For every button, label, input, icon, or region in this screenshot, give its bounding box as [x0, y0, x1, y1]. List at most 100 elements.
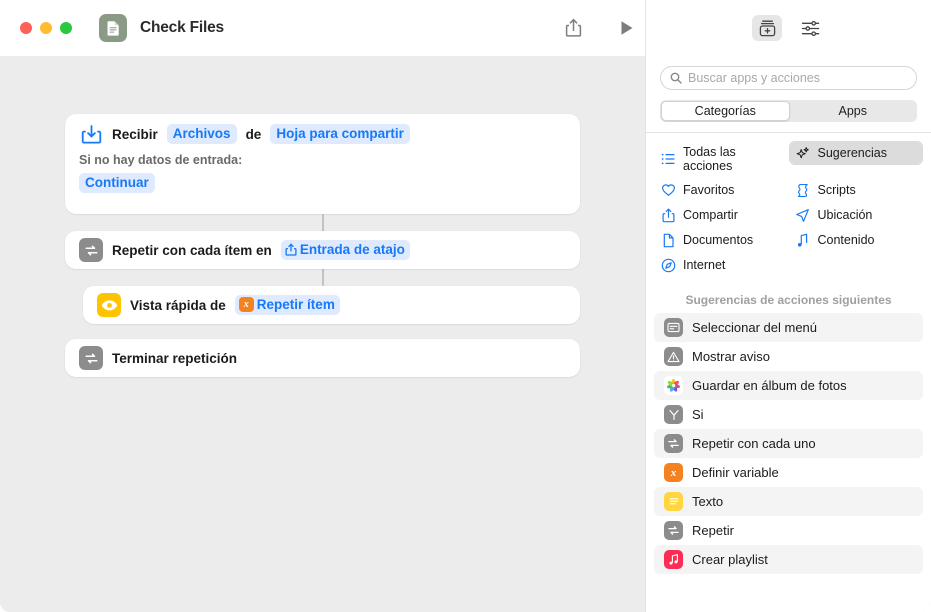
titlebar-actions [561, 16, 639, 40]
token-hoja-para-compartir[interactable]: Hoja para compartir [270, 124, 410, 144]
category-label: Internet [683, 258, 726, 272]
receive-fallback-row: Continuar [65, 173, 580, 203]
action-card-repeat-each[interactable]: Repetir con cada ítem en Entrada de ataj… [65, 231, 580, 269]
safari-compass-icon [660, 257, 676, 273]
action-label-end-repeat: Terminar repetición [112, 350, 238, 366]
window-body: Recibir Archivos de Hoja para compartir … [0, 56, 931, 612]
share-icon[interactable] [561, 16, 585, 40]
category-label: Documentos [683, 233, 754, 247]
category-label: Scripts [817, 183, 856, 197]
category-item-scripts[interactable]: Scripts [789, 178, 924, 202]
close-button[interactable] [20, 22, 32, 34]
traffic-lights [0, 22, 72, 34]
token-continuar[interactable]: Continuar [79, 173, 155, 193]
list-item[interactable]: Mostrar aviso [654, 342, 923, 371]
token-repetir-item-label: Repetir ítem [256, 297, 335, 312]
repeat-icon [79, 346, 103, 370]
zoom-button[interactable] [60, 22, 72, 34]
action-label-repeat-each: Repetir con cada ítem en [112, 242, 272, 258]
list-item[interactable]: x Definir variable [654, 458, 923, 487]
action-label-receive: Recibir [112, 126, 158, 142]
tab-categorias[interactable]: Categorías [661, 101, 790, 121]
action-card-quick-look[interactable]: Vista rápida de x Repetir ítem [83, 286, 580, 324]
list-item-label: Seleccionar del menú [692, 320, 818, 335]
repeat-icon [664, 434, 683, 453]
search-placeholder: Buscar apps y acciones [688, 71, 821, 85]
list-item[interactable]: Seleccionar del menú [654, 313, 923, 342]
category-item-todas-las-acciones[interactable]: Todas las acciones [654, 141, 789, 177]
list-item-label: Definir variable [692, 465, 779, 480]
action-label-de: de [245, 126, 262, 142]
category-grid: Todas las acciones Sugerencias Favoritos… [646, 133, 931, 285]
music-icon [664, 550, 683, 569]
action-library-icon[interactable] [752, 15, 782, 41]
connector-line [322, 268, 324, 286]
document-icon [660, 232, 676, 248]
token-repetir-item[interactable]: x Repetir ítem [234, 295, 340, 315]
alert-icon [664, 347, 683, 366]
token-entrada-de-atajo[interactable]: Entrada de atajo [280, 240, 410, 260]
category-item-contenido[interactable]: Contenido [789, 228, 924, 252]
list-item[interactable]: Crear playlist [654, 545, 923, 574]
title-bar: Check Files [0, 0, 931, 56]
list-icon [660, 151, 676, 167]
category-label: Favoritos [683, 183, 735, 197]
suggestions-list[interactable]: Seleccionar del menú Mostrar aviso Guard… [646, 313, 931, 612]
category-label: Compartir [683, 208, 738, 222]
list-item-label: Guardar en álbum de fotos [692, 378, 847, 393]
list-item-label: Repetir con cada uno [692, 436, 816, 451]
list-item[interactable]: Guardar en álbum de fotos [654, 371, 923, 400]
workflow-canvas[interactable]: Recibir Archivos de Hoja para compartir … [0, 56, 645, 612]
list-item[interactable]: Repetir [654, 516, 923, 545]
repeat-icon [664, 521, 683, 540]
category-label: Todas las acciones [683, 145, 736, 173]
list-item-label: Si [692, 407, 704, 422]
variable-icon: x [664, 463, 683, 482]
sliders-icon[interactable] [795, 15, 825, 41]
music-note-icon [795, 232, 811, 248]
eye-icon [97, 293, 121, 317]
scroll-icon [795, 182, 811, 198]
heart-icon [660, 182, 676, 198]
menu-select-icon [664, 318, 683, 337]
library-mode-segmented[interactable]: Categorías Apps [660, 100, 917, 122]
variable-chip-icon: x [238, 297, 254, 312]
action-card-end-repeat[interactable]: Terminar repetición [65, 339, 580, 377]
receive-sub-label: Si no hay datos de entrada: [79, 153, 243, 167]
resize-handle[interactable] [917, 598, 929, 610]
list-item[interactable]: Repetir con cada uno [654, 429, 923, 458]
sparkles-icon [795, 145, 811, 161]
play-icon[interactable] [615, 16, 639, 40]
text-icon [664, 492, 683, 511]
minimize-button[interactable] [40, 22, 52, 34]
receive-input-icon [79, 122, 103, 146]
repeat-icon [79, 238, 103, 262]
if-branch-icon [664, 405, 683, 424]
token-entrada-de-atajo-label: Entrada de atajo [299, 242, 405, 257]
search-input[interactable]: Buscar apps y acciones [660, 66, 917, 90]
action-label-quick-look: Vista rápida de [130, 297, 226, 313]
list-item-label: Texto [692, 494, 724, 509]
token-archivos[interactable]: Archivos [166, 124, 237, 144]
search-icon [670, 72, 682, 84]
action-card-receive[interactable]: Recibir Archivos de Hoja para compartir … [65, 114, 580, 214]
category-item-compartir[interactable]: Compartir [654, 203, 789, 227]
photos-icon [664, 376, 683, 395]
category-label: Contenido [817, 233, 875, 247]
list-item[interactable]: Si [654, 400, 923, 429]
category-label: Sugerencias [817, 146, 888, 160]
category-item-documentos[interactable]: Documentos [654, 228, 789, 252]
category-item-ubicacion[interactable]: Ubicación [789, 203, 924, 227]
category-item-internet[interactable]: Internet [654, 253, 789, 277]
share-icon [660, 207, 676, 223]
shortcuts-window: Check Files Recibir Archivos de Hoja par… [0, 0, 931, 612]
search-area: Buscar apps y acciones [646, 56, 931, 90]
category-item-favoritos[interactable]: Favoritos [654, 178, 789, 202]
list-item-label: Mostrar aviso [692, 349, 771, 364]
category-item-sugerencias[interactable]: Sugerencias [788, 141, 923, 165]
list-item[interactable]: Texto [654, 487, 923, 516]
list-item-label: Crear playlist [692, 552, 768, 567]
library-panel-header [645, 0, 931, 56]
tab-apps[interactable]: Apps [790, 101, 917, 121]
page-title: Check Files [140, 19, 224, 36]
